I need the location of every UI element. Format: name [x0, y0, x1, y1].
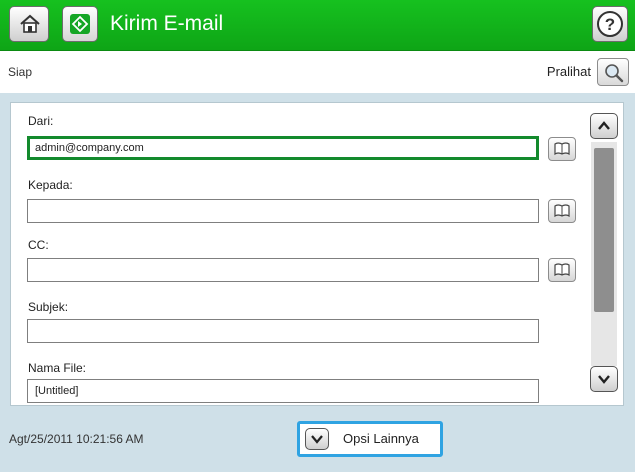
help-icon: ?: [597, 11, 623, 37]
chevron-up-icon: [598, 121, 610, 130]
datetime: Agt/25/2011 10:21:56 AM: [9, 432, 144, 446]
more-options-label: Opsi Lainnya: [343, 431, 419, 446]
preview-label: Pralihat: [546, 64, 591, 79]
chevron-down-icon: [305, 428, 329, 450]
from-address-book-button[interactable]: [548, 137, 576, 161]
cc-address-book-button[interactable]: [548, 258, 576, 282]
more-options-button[interactable]: Opsi Lainnya: [297, 421, 443, 457]
to-label: Kepada:: [28, 178, 73, 192]
scrollbar-thumb[interactable]: [594, 148, 614, 312]
app-title-group: Kirim E-mail: [62, 6, 223, 42]
help-button[interactable]: ?: [592, 6, 628, 42]
preview-button[interactable]: [597, 58, 629, 86]
subject-field[interactable]: [27, 319, 539, 343]
address-book-icon: [554, 263, 570, 277]
from-field[interactable]: admin@company.com: [27, 136, 539, 160]
svg-text:?: ?: [605, 15, 615, 34]
home-icon: [20, 14, 40, 33]
title-bar: Kirim E-mail ?: [0, 0, 635, 51]
cc-label: CC:: [28, 238, 49, 252]
to-address-book-button[interactable]: [548, 199, 576, 223]
filename-label: Nama File:: [28, 361, 87, 375]
status-bar: Siap Pralihat: [0, 51, 635, 93]
filename-field[interactable]: [Untitled]: [27, 379, 539, 403]
status-text: Siap: [8, 65, 33, 79]
subject-label: Subjek:: [28, 300, 69, 314]
address-book-icon: [554, 142, 570, 156]
from-label: Dari:: [28, 114, 54, 128]
scroll-down-button[interactable]: [590, 366, 618, 392]
magnifier-icon: [605, 64, 624, 83]
cc-field[interactable]: [27, 258, 539, 282]
email-form-panel: Dari: admin@company.com Kepada: CC: Subj…: [10, 102, 624, 406]
to-field[interactable]: [27, 199, 539, 223]
email-send-icon: [62, 6, 98, 42]
home-button[interactable]: [9, 6, 49, 42]
scroll-up-button[interactable]: [590, 113, 618, 139]
chevron-down-icon: [598, 375, 610, 384]
page-title: Kirim E-mail: [110, 12, 224, 35]
address-book-icon: [554, 204, 570, 218]
